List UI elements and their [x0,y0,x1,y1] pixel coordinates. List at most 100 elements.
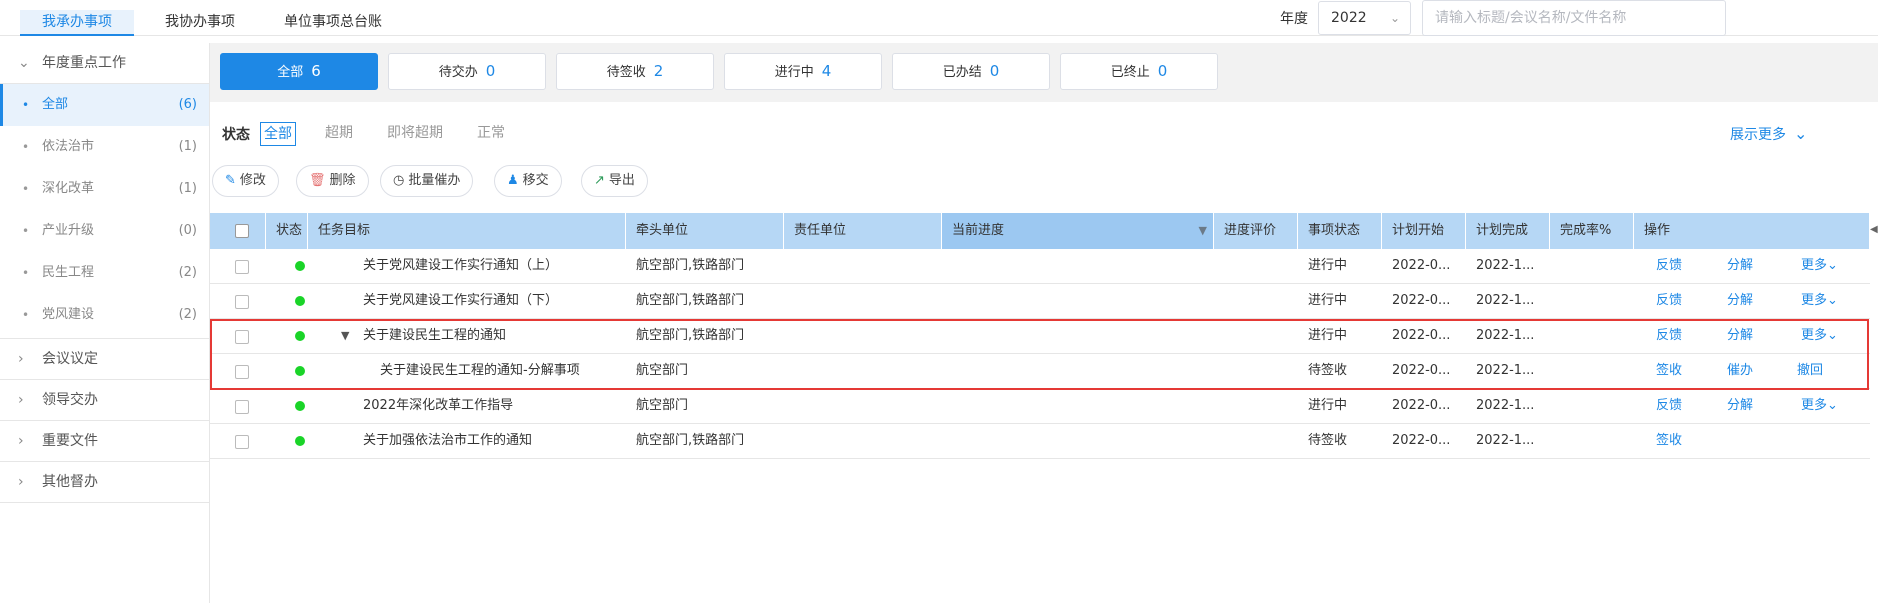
tab-unit-ledger[interactable]: 单位事项总台账 [262,10,404,36]
chevron-down-icon: ⌄ [1827,258,1838,273]
row-checkbox[interactable] [235,260,249,274]
table-row[interactable]: 关于加强依法治市工作的通知 航空部门,铁路部门 待签收 2022-0... 20… [210,424,1870,459]
sidebar-item-label: 民生工程 [42,265,95,280]
header-responsible-unit: 责任单位 [784,213,942,249]
transfer-button[interactable]: ♟ 移交 [494,165,562,197]
summary-card-terminated[interactable]: 已终止 0 [1060,53,1218,90]
table-row[interactable]: ▼ 关于建设民生工程的通知 航空部门,铁路部门 进行中 2022-0... 20… [210,319,1870,354]
task-title[interactable]: 关于党风建设工作实行通知（上） [353,249,623,283]
task-title[interactable]: 关于加强依法治市工作的通知 [353,424,623,458]
tab-my-assisted[interactable]: 我协办事项 [143,10,257,36]
sidebar-item-count: (6) [178,97,197,112]
sort-down-icon[interactable]: ▼ [1199,213,1207,249]
sidebar-item-reform[interactable]: • 深化改革 (1) [0,168,209,210]
summary-card-pending-assign[interactable]: 待交办 0 [388,53,546,90]
table-row[interactable]: 关于建设民生工程的通知-分解事项 航空部门 待签收 2022-0... 2022… [210,354,1870,389]
top-tab-bar: 我承办事项 我协办事项 单位事项总台账 年度 2022 ⌄ [0,0,1878,36]
header-current-progress[interactable]: 当前进度 ▼ [942,213,1214,249]
urge-link[interactable]: 催办 [1727,354,1753,388]
summary-card-pending-sign[interactable]: 待签收 2 [556,53,714,90]
select-all-checkbox[interactable] [235,224,249,238]
status-filter-label: 状态 [222,127,250,143]
delete-button[interactable]: 🗑 删除 [296,165,369,197]
bullet-icon: • [22,308,30,322]
sidebar-group-important-docs[interactable]: › 重要文件 [0,421,209,462]
task-title[interactable]: 关于党风建设工作实行通知（下） [353,284,623,318]
more-link[interactable]: 更多⌄ [1801,389,1838,423]
decompose-link[interactable]: 分解 [1727,249,1753,283]
table-row[interactable]: 关于党风建设工作实行通知（上） 航空部门,铁路部门 进行中 2022-0... … [210,249,1870,284]
tab-my-handled[interactable]: 我承办事项 [20,10,134,36]
plan-start: 2022-0... [1392,328,1451,343]
sidebar-item-rule-of-law[interactable]: • 依法治市 (1) [0,126,209,168]
sidebar-item-label: 产业升级 [42,223,95,238]
summary-count: 6 [311,62,321,80]
bullet-icon: • [22,224,30,238]
edit-button-label: 修改 [239,173,266,188]
task-title[interactable]: 关于建设民生工程的通知-分解事项 [370,354,626,388]
delete-button-label: 删除 [329,173,356,188]
sidebar-group-label: 重要文件 [42,433,98,449]
sidebar: ⌄ 年度重点工作 • 全部 (6) • 依法治市 (1) • 深化改革 (1) … [0,43,210,603]
withdraw-link[interactable]: 撤回 [1797,354,1823,388]
year-select[interactable]: 2022 ⌄ [1318,1,1411,35]
sign-link[interactable]: 签收 [1656,424,1682,458]
task-title[interactable]: 关于建设民生工程的通知 [353,319,623,353]
row-checkbox[interactable] [235,400,249,414]
sidebar-item-party-style[interactable]: • 党风建设 (2) [0,294,209,336]
lead-unit: 航空部门,铁路部门 [636,328,745,343]
plan-start: 2022-0... [1392,363,1451,378]
table-row[interactable]: 关于党风建设工作实行通知（下） 航空部门,铁路部门 进行中 2022-0... … [210,284,1870,319]
status-option-near-overdue[interactable]: 即将超期 [384,122,446,144]
sign-link[interactable]: 签收 [1656,354,1682,388]
feedback-link[interactable]: 反馈 [1656,284,1682,318]
sidebar-item-count: (1) [178,181,197,196]
more-link[interactable]: 更多⌄ [1801,284,1838,318]
header-completion-rate: 完成率% [1550,213,1634,249]
decompose-link[interactable]: 分解 [1727,319,1753,353]
more-link[interactable]: 更多⌄ [1801,249,1838,283]
summary-card-in-progress[interactable]: 进行中 4 [724,53,882,90]
collapse-handle-icon[interactable]: ◀ [1870,221,1878,239]
sidebar-group-leader-assigned[interactable]: › 领导交办 [0,380,209,421]
status-dot [295,296,305,306]
status-option-all[interactable]: 全部 [260,122,296,146]
alarm-clock-icon: ◷ [393,173,405,188]
sidebar-group-annual-work[interactable]: ⌄ 年度重点工作 [0,43,209,84]
expand-triangle-icon[interactable]: ▼ [341,319,349,353]
sidebar-item-industry[interactable]: • 产业升级 (0) [0,210,209,252]
row-checkbox[interactable] [235,365,249,379]
summary-card-all[interactable]: 全部 6 [220,53,378,90]
sidebar-group-other[interactable]: › 其他督办 [0,462,209,503]
sidebar-item-livelihood[interactable]: • 民生工程 (2) [0,252,209,294]
feedback-link[interactable]: 反馈 [1656,389,1682,423]
row-checkbox[interactable] [235,330,249,344]
header-plan-start: 计划开始 [1382,213,1466,249]
row-checkbox[interactable] [235,435,249,449]
sidebar-item-count: (1) [178,139,197,154]
show-more-link[interactable]: 展示更多 ⌄ [1730,124,1807,144]
edit-icon: ✎ [225,173,236,188]
summary-card-completed[interactable]: 已办结 0 [892,53,1050,90]
item-status: 进行中 [1308,293,1348,308]
sidebar-item-label: 深化改革 [42,181,95,196]
status-option-overdue[interactable]: 超期 [322,122,356,144]
search-input[interactable] [1422,0,1726,36]
table-row[interactable]: 2022年深化改革工作指导 航空部门 进行中 2022-0... 2022-1.… [210,389,1870,424]
summary-label: 全部 [277,65,304,80]
status-option-normal[interactable]: 正常 [474,122,508,144]
task-title[interactable]: 2022年深化改革工作指导 [353,389,623,423]
feedback-link[interactable]: 反馈 [1656,249,1682,283]
feedback-link[interactable]: 反馈 [1656,319,1682,353]
sidebar-item-all[interactable]: • 全部 (6) [0,84,209,126]
row-checkbox[interactable] [235,295,249,309]
batch-urge-button[interactable]: ◷ 批量催办 [380,165,474,197]
decompose-link[interactable]: 分解 [1727,284,1753,318]
decompose-link[interactable]: 分解 [1727,389,1753,423]
edit-button[interactable]: ✎ 修改 [212,165,279,197]
sidebar-group-meetings[interactable]: › 会议议定 [0,339,209,380]
year-label: 年度 [1280,11,1308,27]
transfer-button-label: 移交 [522,173,549,188]
export-button[interactable]: ↗ 导出 [581,165,648,197]
more-link[interactable]: 更多⌄ [1801,319,1838,353]
